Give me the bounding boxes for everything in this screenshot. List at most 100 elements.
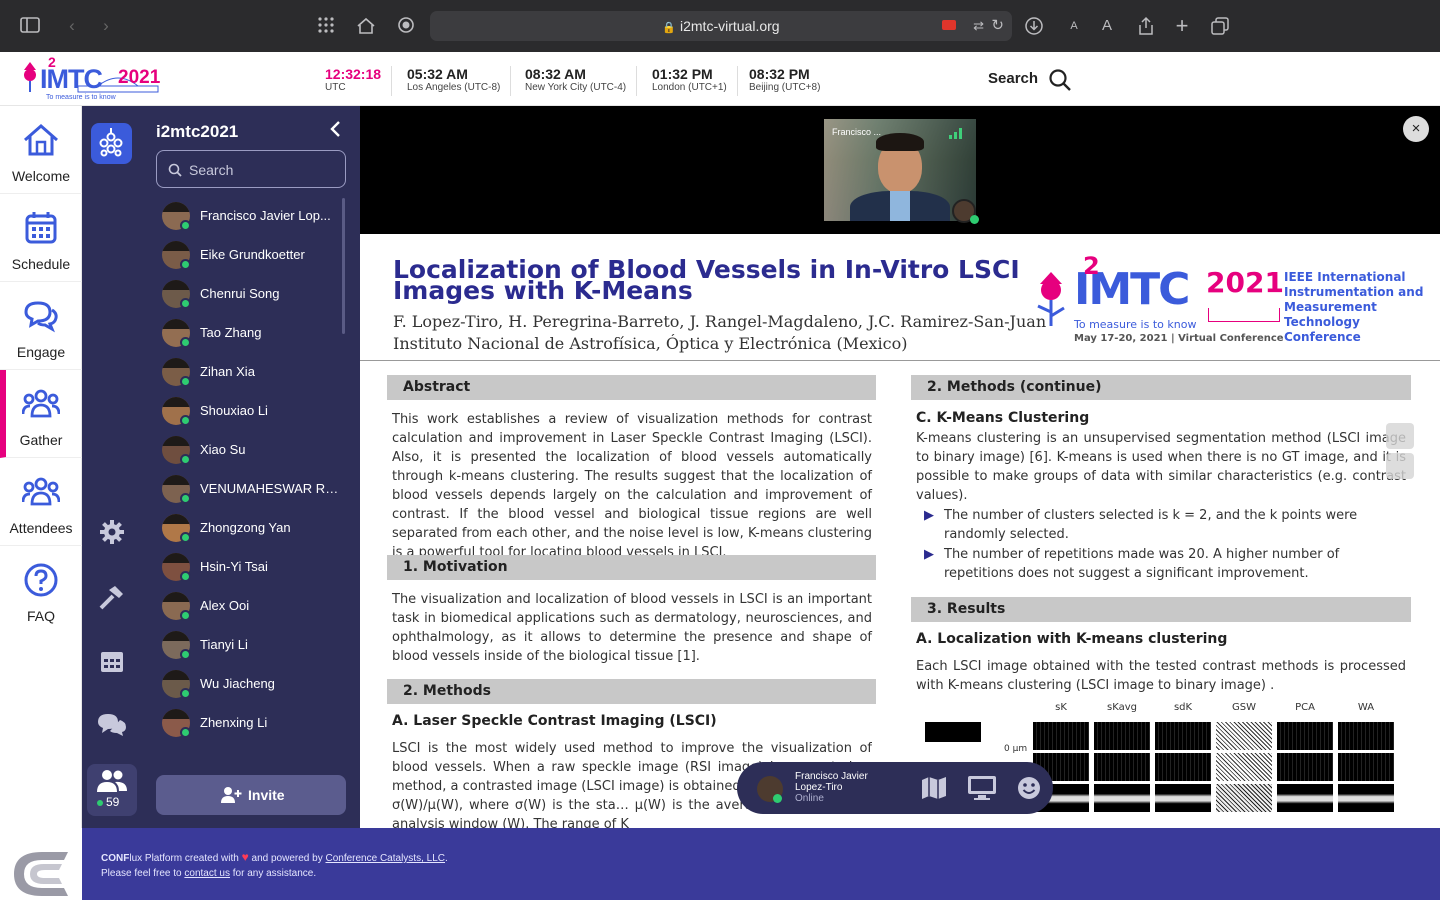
footer-text-part: lux Platform created with: [129, 853, 239, 864]
online-dot: [180, 376, 191, 387]
forward-icon[interactable]: ›: [96, 16, 116, 36]
figure-tile: [1338, 753, 1394, 781]
bullet-arrow-icon: ▶: [924, 547, 934, 562]
person-name: VENUMAHESWAR RA...: [200, 481, 340, 496]
person-list-item[interactable]: Zhenxing Li: [160, 705, 350, 741]
question-icon: [24, 563, 58, 597]
emoji-icon[interactable]: [1017, 776, 1041, 800]
person-list-item[interactable]: Shouxiao Li: [160, 393, 350, 429]
download-icon[interactable]: [1024, 16, 1044, 36]
nav-welcome[interactable]: Welcome: [0, 106, 82, 194]
figure-column-label: GSW: [1232, 702, 1256, 713]
online-dot: [180, 259, 191, 270]
person-list-item[interactable]: Xiao Su: [160, 432, 350, 468]
conference-catalysts-link[interactable]: Conference Catalysts, LLC: [325, 853, 445, 864]
figure-tile: [1338, 784, 1394, 812]
person-name: Alex Ooi: [200, 598, 250, 613]
search-icon: [168, 163, 182, 177]
figure-tile: [1155, 722, 1211, 750]
map-icon[interactable]: [920, 776, 948, 800]
online-dot: [180, 493, 191, 504]
build-hammer-icon[interactable]: [97, 584, 125, 612]
new-tab-icon[interactable]: +: [1172, 15, 1192, 37]
results-subheading: A. Localization with K-means clustering: [916, 631, 1228, 647]
i2mtc-logo[interactable]: IMTC 2 2021 To measure is to know: [18, 54, 163, 102]
person-list-item[interactable]: Hsin-Yi Tsai: [160, 549, 350, 585]
nav-label: FAQ: [26, 608, 55, 624]
reload-icon[interactable]: ↻: [991, 11, 1004, 41]
nav-attendees[interactable]: Attendees: [0, 458, 82, 546]
nav-engage[interactable]: Engage: [0, 282, 82, 370]
person-list-item[interactable]: Zhongzong Yan: [160, 510, 350, 546]
figure-tile: [1094, 784, 1150, 812]
person-list-item[interactable]: Zihan Xia: [160, 354, 350, 390]
person-list-item[interactable]: Alex Ooi: [160, 588, 350, 624]
font-smaller-button[interactable]: A: [1064, 16, 1084, 36]
sidebar-toggle-icon[interactable]: [20, 16, 40, 36]
figure-row-label: 0 μm: [1004, 744, 1028, 754]
person-name: Shouxiao Li: [200, 403, 268, 418]
nav-gather[interactable]: Gather: [0, 370, 82, 458]
search-button[interactable]: Search: [988, 69, 1071, 92]
person-list-item[interactable]: Tianyi Li: [160, 627, 350, 663]
person-list-item[interactable]: Chenrui Song: [160, 276, 350, 312]
heart-icon: ♥: [241, 850, 249, 864]
online-count: 59: [106, 795, 120, 809]
online-dot: [180, 571, 191, 582]
contact-us-link[interactable]: contact us: [184, 868, 230, 879]
person-list-item[interactable]: Tao Zhang: [160, 315, 350, 351]
nav-faq[interactable]: FAQ: [0, 546, 82, 634]
footer-text: CONFlux Platform created with ♥ and powe…: [101, 850, 448, 881]
font-larger-button[interactable]: A: [1097, 16, 1117, 36]
camera-active-icon[interactable]: [942, 20, 956, 30]
imtc-conference-logo: IMTC 2 2021 To measure is to know May 17…: [1028, 252, 1436, 348]
expand-icon[interactable]: [1386, 423, 1414, 449]
screen-share-icon[interactable]: [967, 775, 997, 801]
poster-authors: F. Lopez-Tiro, H. Peregrina-Barreto, J. …: [393, 312, 1047, 331]
browser-toolbar: ‹ › 🔒 i2mtc-virtual.org ⇄ ↻ A A +: [0, 0, 1440, 52]
users-icon: [97, 770, 127, 792]
home-icon[interactable]: [356, 16, 376, 36]
settings-gear-icon[interactable]: [99, 519, 125, 545]
back-icon[interactable]: ‹: [62, 16, 82, 36]
tabs-overview-icon[interactable]: [1210, 16, 1230, 36]
motivation-text: The visualization and localization of bl…: [392, 592, 872, 664]
grid-apps-icon[interactable]: [316, 16, 336, 36]
online-users-button[interactable]: 59: [87, 764, 137, 816]
person-list-item[interactable]: Wu Jiacheng: [160, 666, 350, 702]
people-search-input[interactable]: Search: [156, 150, 346, 188]
figure-tile: [1094, 753, 1150, 781]
person-list-item[interactable]: Francisco Javier Lop...: [160, 198, 350, 234]
footer-brand: CONF: [101, 853, 130, 864]
share-icon[interactable]: [1136, 16, 1156, 36]
online-dot: [180, 727, 191, 738]
chat-icon[interactable]: [96, 712, 128, 738]
online-dot: [180, 298, 191, 309]
record-icon[interactable]: [396, 16, 416, 36]
zoom-icon[interactable]: [1386, 453, 1414, 479]
collapse-chevron-icon[interactable]: [328, 120, 344, 138]
invite-button[interactable]: Invite: [156, 775, 346, 815]
clock-zone: UTC: [325, 82, 346, 93]
translate-icon[interactable]: ⇄: [973, 11, 984, 41]
person-list-item[interactable]: VENUMAHESWAR RA...: [160, 471, 350, 507]
person-name: Chenrui Song: [200, 286, 280, 301]
address-bar[interactable]: 🔒 i2mtc-virtual.org ⇄ ↻: [430, 11, 1012, 41]
bullet-text: The number of clusters selected is k = 2…: [944, 508, 1358, 542]
add-user-icon: [221, 787, 242, 803]
results-heading: 3. Results: [911, 597, 1411, 622]
clock-new-york: 08:32 AM New York City (UTC-4): [515, 66, 638, 96]
kmeans-text: K-means clustering is an unsupervised se…: [916, 431, 1406, 503]
figure-column-label: sK: [1055, 702, 1067, 713]
gather-logo-button[interactable]: [91, 123, 132, 164]
bullet-item: ▶ The number of clusters selected is k =…: [922, 506, 1406, 544]
invite-label: Invite: [248, 787, 285, 803]
nav-schedule[interactable]: Schedule: [0, 194, 82, 282]
main-navigation: Welcome Schedule Engage Gather Attendees…: [0, 106, 82, 828]
close-icon[interactable]: ×: [1403, 116, 1429, 142]
person-list-item[interactable]: Eike Grundkoetter: [160, 237, 350, 273]
calendar-icon[interactable]: [99, 648, 125, 674]
conf-logo-year: 2021: [1206, 266, 1284, 299]
poster-institution: Instituto Nacional de Astrofísica, Óptic…: [393, 334, 908, 353]
figure-tile: [1216, 784, 1272, 812]
